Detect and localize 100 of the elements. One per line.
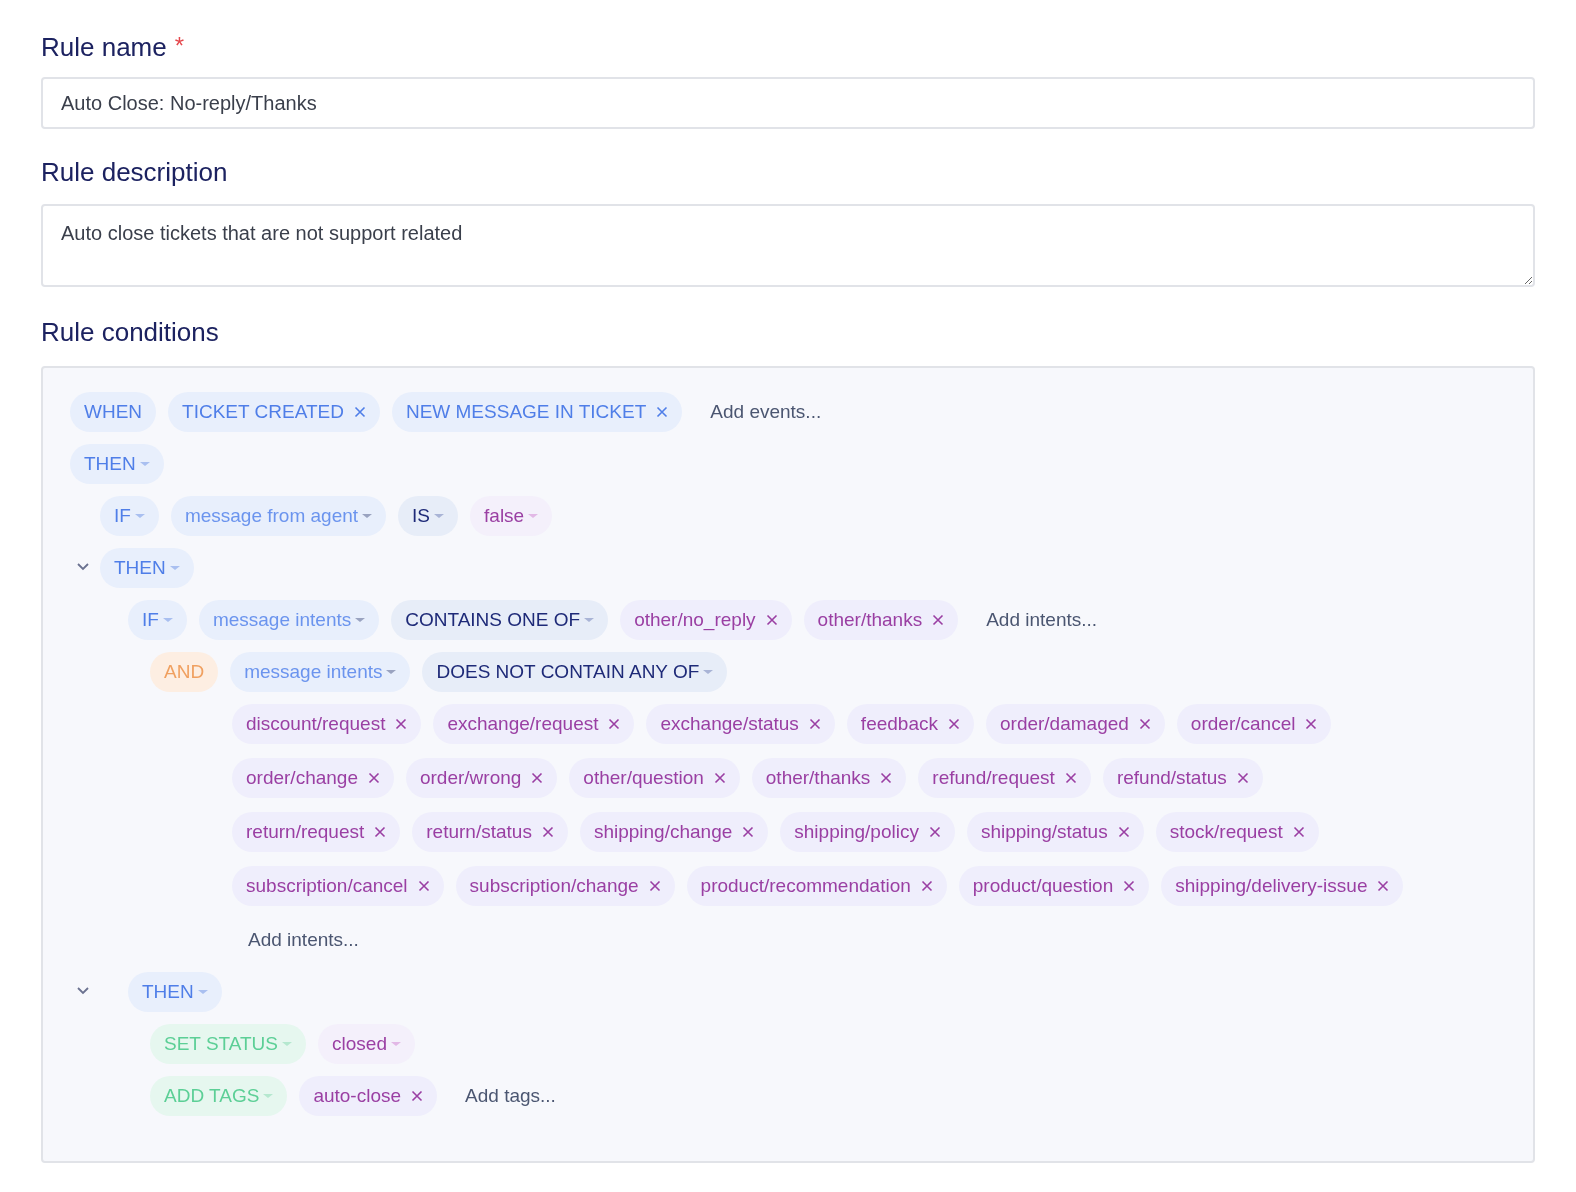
close-icon[interactable]: [1138, 718, 1151, 730]
close-icon[interactable]: [608, 718, 621, 730]
operator-dropdown[interactable]: IS: [398, 496, 459, 536]
chip-label: shipping/delivery-issue: [1175, 873, 1368, 898]
close-icon[interactable]: [880, 772, 893, 784]
value-tag[interactable]: shipping/policy: [780, 812, 955, 852]
keyword-chip[interactable]: IF: [100, 496, 159, 536]
chip-label: THEN: [114, 555, 166, 580]
value-tag[interactable]: shipping/change: [579, 812, 769, 852]
value-tag[interactable]: feedback: [846, 704, 974, 744]
close-icon[interactable]: [411, 1090, 424, 1102]
add-input-button[interactable]: Add intents...: [232, 920, 375, 960]
close-icon[interactable]: [1117, 826, 1130, 838]
keyword-chip[interactable]: WHEN: [70, 392, 157, 432]
caret-icon: [169, 566, 180, 570]
value-tag[interactable]: other/no_reply: [620, 600, 792, 640]
chip-label: feedback: [860, 711, 938, 736]
caret-icon: [434, 514, 445, 518]
keyword-chip[interactable]: THEN: [128, 972, 222, 1012]
chip-label: DOES NOT CONTAIN ANY OF: [436, 659, 700, 684]
value-tag[interactable]: shipping/status: [966, 812, 1144, 852]
add-input-button[interactable]: Add tags...: [449, 1076, 572, 1116]
close-icon[interactable]: [1377, 880, 1390, 892]
field-dropdown[interactable]: message intents: [198, 600, 380, 640]
close-icon[interactable]: [742, 826, 755, 838]
value-tag[interactable]: product/question: [958, 866, 1150, 906]
chip-label: shipping/status: [980, 819, 1108, 844]
value-tag[interactable]: subscription/cancel: [232, 866, 444, 906]
operator-dropdown[interactable]: CONTAINS ONE OF: [391, 600, 609, 640]
chip-label: false: [484, 503, 525, 528]
chip-label: exchange/status: [660, 711, 799, 736]
field-dropdown[interactable]: message from agent: [170, 496, 387, 536]
value-tag[interactable]: auto-close: [299, 1076, 438, 1116]
keyword-chip[interactable]: THEN: [100, 548, 194, 588]
keyword-chip[interactable]: IF: [128, 600, 187, 640]
close-icon[interactable]: [417, 880, 430, 892]
caret-icon: [139, 462, 150, 466]
close-icon[interactable]: [541, 826, 554, 838]
chip-label: return/request: [246, 819, 365, 844]
keyword-chip[interactable]: NEW MESSAGE IN TICKET: [391, 392, 683, 432]
value-tag[interactable]: discount/request: [232, 704, 422, 744]
value-dropdown[interactable]: closed: [318, 1024, 415, 1064]
value-tag[interactable]: subscription/change: [455, 866, 675, 906]
close-icon[interactable]: [648, 880, 661, 892]
keyword-chip[interactable]: THEN: [70, 444, 164, 484]
value-tag[interactable]: order/wrong: [405, 758, 558, 798]
value-tag[interactable]: order/change: [232, 758, 394, 798]
operator-dropdown[interactable]: DOES NOT CONTAIN ANY OF: [422, 652, 728, 692]
chip-label: THEN: [142, 979, 194, 1004]
close-icon[interactable]: [367, 772, 380, 784]
close-icon[interactable]: [656, 406, 669, 418]
close-icon[interactable]: [353, 406, 366, 418]
rule-name-input[interactable]: Auto Close: No-reply/Thanks: [41, 77, 1535, 129]
value-tag[interactable]: exchange/status: [646, 704, 835, 744]
value-tag[interactable]: product/recommendation: [686, 866, 947, 906]
caret-icon: [263, 1094, 274, 1098]
close-icon[interactable]: [1305, 718, 1318, 730]
value-tag[interactable]: stock/request: [1155, 812, 1319, 852]
add-input-button[interactable]: Add intents...: [970, 600, 1114, 640]
chip-label: auto-close: [313, 1083, 402, 1108]
rule-description-textarea[interactable]: Auto close tickets that are not support related: [41, 204, 1535, 287]
close-icon[interactable]: [1064, 772, 1077, 784]
caret-icon: [528, 514, 539, 518]
value-tag[interactable]: return/status: [412, 812, 568, 852]
close-icon[interactable]: [1123, 880, 1136, 892]
caret-icon: [584, 618, 595, 622]
value-tag[interactable]: other/thanks: [751, 758, 907, 798]
value-dropdown[interactable]: false: [470, 496, 553, 536]
chip-label: AND: [164, 659, 205, 684]
chip-label: subscription/change: [469, 873, 639, 898]
close-icon[interactable]: [531, 772, 544, 784]
value-tag[interactable]: other/thanks: [803, 600, 959, 640]
close-icon[interactable]: [808, 718, 821, 730]
close-icon[interactable]: [713, 772, 726, 784]
value-tag[interactable]: exchange/request: [433, 704, 635, 744]
chip-label: ADD TAGS: [164, 1083, 260, 1108]
caret-icon: [134, 514, 145, 518]
field-dropdown[interactable]: message intents: [230, 652, 411, 692]
close-icon[interactable]: [1236, 772, 1249, 784]
value-tag[interactable]: order/damaged: [986, 704, 1165, 744]
value-tag[interactable]: shipping/delivery-issue: [1161, 866, 1404, 906]
close-icon[interactable]: [1292, 826, 1305, 838]
close-icon[interactable]: [932, 614, 945, 626]
close-icon[interactable]: [395, 718, 408, 730]
close-icon[interactable]: [948, 718, 960, 730]
value-tag[interactable]: refund/status: [1102, 758, 1263, 798]
value-tag[interactable]: return/request: [232, 812, 401, 852]
caret-icon: [386, 670, 397, 674]
value-tag[interactable]: refund/request: [918, 758, 1091, 798]
close-icon[interactable]: [928, 826, 941, 838]
keyword-chip[interactable]: TICKET CREATED: [168, 392, 380, 432]
close-icon[interactable]: [765, 614, 778, 626]
chip-label: shipping/change: [593, 819, 733, 844]
add-input-button[interactable]: Add events...: [694, 392, 838, 432]
value-tag[interactable]: other/question: [569, 758, 740, 798]
chip-label: WHEN: [84, 399, 143, 424]
value-tag[interactable]: order/cancel: [1176, 704, 1332, 744]
close-icon[interactable]: [374, 826, 387, 838]
chip-label: other/no_reply: [634, 607, 756, 633]
close-icon[interactable]: [920, 880, 933, 892]
